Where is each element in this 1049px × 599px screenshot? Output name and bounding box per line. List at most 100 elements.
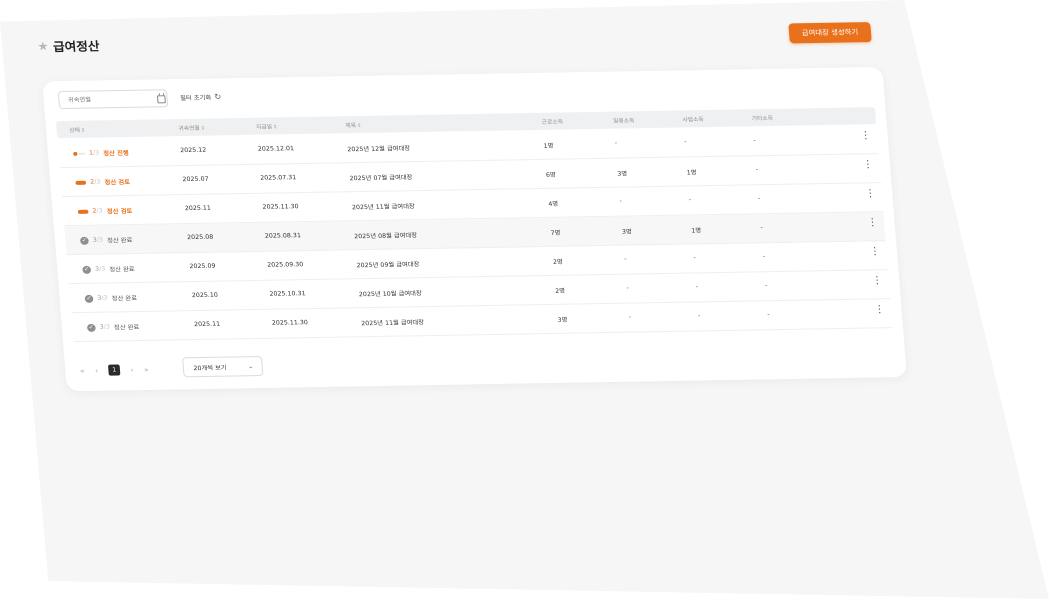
check-circle-icon: ✓	[79, 236, 89, 245]
prev-page-icon[interactable]: ‹	[95, 366, 99, 374]
status-badge: 2/3 정산 검토	[77, 206, 133, 216]
cell-period: 2025.09	[189, 262, 216, 271]
more-options-icon[interactable]: ⋮	[860, 130, 871, 141]
status-badge: 1/3 정산 진행	[73, 148, 129, 158]
cell-daily-income: -	[626, 284, 630, 292]
cell-daily-income: 3명	[617, 170, 628, 178]
cell-other-income: -	[753, 137, 757, 145]
check-circle-icon: ✓	[84, 294, 94, 303]
check-circle-icon: ✓	[82, 265, 92, 274]
column-header-other-income: 기타소득	[751, 115, 774, 123]
last-page-icon[interactable]: »	[144, 365, 149, 373]
cell-period: 2025.08	[186, 233, 214, 242]
sort-icon: ⇕	[80, 127, 86, 134]
cell-pay-date: 2025.11.30	[262, 203, 299, 211]
cell-other-income: -	[764, 282, 768, 290]
cell-labor-income: 1명	[543, 142, 554, 150]
cell-pay-date: 2025.11.30	[271, 319, 309, 327]
cell-pay-date: 2025.08.31	[264, 232, 302, 240]
cell-title[interactable]: 2025년 12월 급여대장	[347, 143, 410, 153]
create-payroll-button[interactable]: 급여대장 생성하기	[788, 22, 872, 44]
more-options-icon[interactable]: ⋮	[862, 159, 873, 170]
cell-labor-income: 7명	[550, 229, 561, 237]
cell-title[interactable]: 2025년 09월 급여대장	[356, 259, 419, 269]
progress-pill-icon	[77, 209, 89, 214]
cell-title[interactable]: 2025년 11월 급여대장	[361, 317, 424, 327]
cell-period: 2025.11	[184, 204, 212, 213]
cell-period: 2025.10	[191, 291, 219, 300]
cell-business-income: -	[688, 196, 692, 204]
column-header-business-income: 사업소득	[682, 117, 705, 124]
progress-dot-icon	[73, 151, 78, 156]
pagination: « ‹ 1 › »	[80, 364, 149, 376]
cell-labor-income: 2명	[552, 258, 564, 266]
cell-pay-date: 2025.07.31	[259, 174, 297, 182]
filter-reset-button[interactable]: 필터 초기화 ↻	[180, 92, 222, 102]
cell-title[interactable]: 2025년 07월 급여대장	[349, 172, 412, 182]
page-size-select[interactable]: 20개씩 보기 ⌄	[182, 355, 264, 378]
cell-pay-date: 2025.10.31	[269, 290, 306, 298]
first-page-icon[interactable]: «	[80, 367, 85, 375]
cell-business-income: 1명	[686, 169, 697, 177]
refresh-icon: ↻	[213, 92, 222, 102]
cell-title[interactable]: 2025년 08월 급여대장	[354, 230, 417, 240]
cell-labor-income: 3명	[557, 316, 568, 324]
more-options-icon[interactable]: ⋮	[865, 188, 876, 199]
sort-icon: ⇕	[200, 125, 206, 132]
column-header-title[interactable]: 제목⇕	[345, 121, 362, 129]
cell-business-income: -	[697, 312, 701, 320]
more-options-icon[interactable]: ⋮	[867, 217, 878, 228]
more-options-icon[interactable]: ⋮	[874, 304, 885, 315]
payroll-table-card: 필터 초기화 ↻ 상태⇕ 귀속연월⇕ 지급일⇕ 제목⇕ 근로소득 일용소득 사업…	[42, 66, 907, 392]
cell-daily-income: -	[619, 197, 623, 205]
status-badge: 2/3 정산 검토	[75, 177, 130, 187]
status-badge: ✓ 3/3 정산 완료	[84, 294, 138, 303]
column-header-daily-income: 일용소득	[612, 118, 635, 125]
page-title: 급여정산	[52, 39, 101, 55]
more-options-icon[interactable]: ⋮	[872, 275, 883, 286]
filter-reset-label: 필터 초기화	[179, 94, 212, 103]
cell-other-income: -	[767, 311, 771, 319]
cell-other-income: -	[757, 195, 761, 203]
more-options-icon[interactable]: ⋮	[869, 246, 880, 257]
next-page-icon[interactable]: ›	[130, 366, 134, 374]
cell-labor-income: 2명	[555, 287, 566, 295]
favorite-star-icon[interactable]: ★	[37, 39, 49, 53]
status-badge: ✓ 3/3 정산 완료	[79, 236, 133, 245]
cell-business-income: -	[695, 283, 699, 291]
cell-title[interactable]: 2025년 10월 급여대장	[358, 288, 422, 298]
column-header-period[interactable]: 귀속연월⇕	[178, 124, 205, 132]
cell-labor-income: 4명	[548, 200, 559, 208]
cell-daily-income: -	[614, 139, 618, 147]
progress-pill-icon	[75, 180, 87, 185]
calendar-icon[interactable]	[156, 95, 166, 104]
cell-business-income: -	[693, 254, 697, 262]
page-size-label: 20개씩 보기	[193, 364, 227, 372]
cell-period: 2025.12	[179, 146, 207, 155]
column-header-pay-date[interactable]: 지급일⇕	[256, 122, 278, 130]
cell-business-income: 1명	[691, 227, 702, 235]
cell-daily-income: -	[628, 313, 632, 321]
cell-pay-date: 2025.09.30	[266, 261, 304, 269]
cell-business-income: -	[683, 138, 687, 146]
cell-daily-income: 3명	[621, 228, 633, 236]
sort-icon: ⇕	[272, 124, 278, 131]
cell-other-income: -	[762, 253, 766, 261]
column-header-labor-income: 근로소득	[541, 119, 564, 126]
cell-period: 2025.11	[193, 320, 221, 329]
cell-other-income: -	[760, 224, 764, 232]
sort-icon: ⇕	[356, 122, 362, 130]
page-number-current[interactable]: 1	[108, 364, 121, 376]
cell-title[interactable]: 2025년 11월 급여대장	[352, 201, 415, 211]
column-header-status[interactable]: 상태⇕	[69, 126, 86, 134]
cell-period: 2025.07	[182, 175, 209, 184]
check-circle-icon: ✓	[86, 323, 96, 332]
cell-daily-income: -	[623, 255, 627, 263]
status-badge: ✓ 3/3 정산 완료	[86, 323, 140, 332]
status-badge: ✓ 3/3 정산 완료	[82, 265, 135, 274]
cell-pay-date: 2025.12.01	[257, 145, 295, 153]
period-filter-input[interactable]	[57, 89, 169, 110]
page-canvas: ★ 급여정산 급여대장 생성하기 필터 초기화 ↻ 상태⇕ 귀속연월⇕ 지급일⇕…	[0, 0, 1049, 599]
app-window: ★ 급여정산 급여대장 생성하기 필터 초기화 ↻ 상태⇕ 귀속연월⇕ 지급일⇕…	[0, 0, 1049, 599]
cell-labor-income: 6명	[545, 171, 557, 179]
